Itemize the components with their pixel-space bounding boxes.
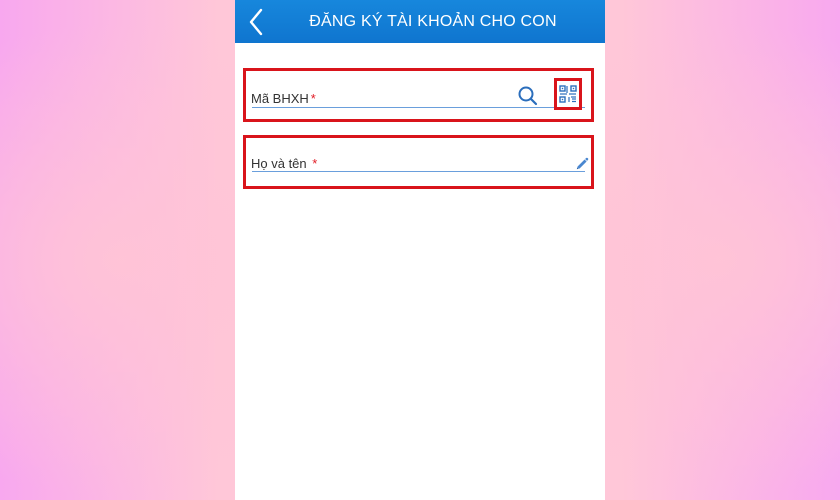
full-name-label-text: Họ và tên bbox=[251, 156, 307, 171]
qr-scan-button[interactable] bbox=[554, 78, 582, 110]
search-icon bbox=[517, 85, 539, 107]
social-insurance-code-field: Mã BHXH * bbox=[243, 68, 594, 122]
phone-screen: ĐĂNG KÝ TÀI KHOẢN CHO CON Mã BHXH * Họ v… bbox=[235, 0, 605, 500]
back-button[interactable] bbox=[243, 6, 269, 38]
social-insurance-code-label-text: Mã BHXH bbox=[251, 91, 309, 106]
pencil-icon bbox=[575, 157, 589, 171]
app-header: ĐĂNG KÝ TÀI KHOẢN CHO CON bbox=[235, 0, 605, 43]
edit-name-button[interactable] bbox=[573, 155, 591, 173]
full-name-input[interactable] bbox=[252, 171, 585, 172]
social-insurance-code-label: Mã BHXH * bbox=[251, 91, 316, 106]
full-name-field: Họ và tên * bbox=[243, 135, 594, 189]
qr-code-icon bbox=[559, 85, 577, 103]
search-button[interactable] bbox=[516, 84, 540, 108]
page-title: ĐĂNG KÝ TÀI KHOẢN CHO CON bbox=[309, 12, 557, 30]
chevron-left-icon bbox=[249, 8, 263, 36]
full-name-label: Họ và tên * bbox=[251, 156, 317, 171]
required-asterisk: * bbox=[310, 91, 316, 106]
required-asterisk: * bbox=[312, 156, 318, 171]
